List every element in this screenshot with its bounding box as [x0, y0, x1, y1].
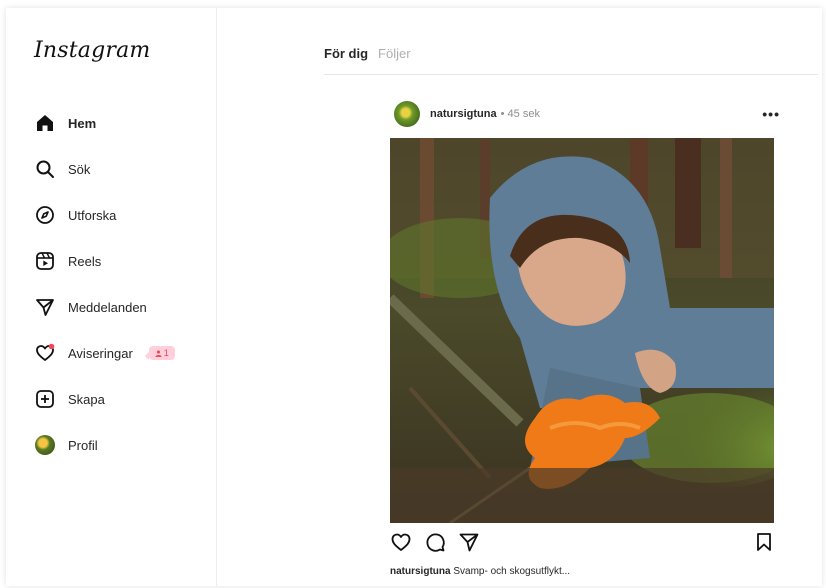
home-icon	[34, 112, 56, 134]
sidebar: Instagram Hem Sök Utforska Reels Meddela…	[6, 8, 217, 586]
sidebar-item-label: Profil	[68, 437, 98, 453]
person-icon	[155, 349, 162, 357]
sidebar-item-search[interactable]: Sök	[34, 146, 175, 192]
sidebar-item-label: Meddelanden	[68, 299, 147, 315]
share-icon[interactable]	[458, 531, 480, 558]
sidebar-item-home[interactable]: Hem	[34, 100, 175, 146]
sidebar-item-label: Utforska	[68, 207, 117, 223]
sidebar-item-label: Sök	[68, 161, 91, 177]
tab-for-you[interactable]: För dig	[324, 46, 368, 74]
heart-icon	[34, 342, 56, 364]
send-icon	[34, 296, 56, 318]
sidebar-item-create[interactable]: Skapa	[34, 376, 175, 422]
avatar[interactable]	[394, 101, 420, 127]
sidebar-item-label: Aviseringar	[68, 345, 133, 361]
notification-count: 1	[163, 348, 169, 358]
notification-badge: 1	[144, 346, 175, 360]
reels-icon	[34, 250, 56, 272]
post-header: natursigtuna • 45 sek •••	[394, 100, 780, 128]
more-options-icon[interactable]: •••	[762, 106, 780, 122]
bookmark-icon[interactable]	[754, 532, 774, 557]
sidebar-item-label: Hem	[68, 115, 97, 131]
avatar	[35, 435, 55, 455]
caption-text: Svamp- och skogsutflykt...	[453, 566, 571, 577]
app-window: Instagram Hem Sök Utforska Reels Meddela…	[6, 8, 822, 586]
feed-tabs: För dig Följer	[324, 46, 818, 75]
search-icon	[34, 158, 56, 180]
plus-square-icon	[34, 388, 56, 410]
sidebar-item-label: Skapa	[68, 391, 105, 407]
post-timestamp: • 45 sek	[500, 108, 540, 120]
sidebar-item-profile[interactable]: Profil	[34, 422, 175, 468]
post-username[interactable]: natursigtuna	[430, 108, 497, 120]
compass-icon	[34, 204, 56, 226]
like-icon[interactable]	[390, 531, 412, 558]
sidebar-item-messages[interactable]: Meddelanden	[34, 284, 175, 330]
comment-icon[interactable]	[424, 531, 446, 558]
sidebar-item-reels[interactable]: Reels	[34, 238, 175, 284]
sidebar-nav: Hem Sök Utforska Reels Meddelanden Avise…	[34, 100, 175, 468]
tab-following[interactable]: Följer	[378, 46, 411, 74]
caption-username[interactable]: natursigtuna	[390, 566, 451, 577]
sidebar-item-explore[interactable]: Utforska	[34, 192, 175, 238]
post-image[interactable]	[390, 138, 774, 523]
post-actions	[390, 532, 774, 556]
sidebar-item-notifications[interactable]: Aviseringar 1	[34, 330, 175, 376]
post-caption: natursigtuna Svamp- och skogsutflykt...	[390, 566, 570, 577]
instagram-logo[interactable]: Instagram	[34, 38, 150, 63]
sidebar-item-label: Reels	[68, 253, 102, 269]
